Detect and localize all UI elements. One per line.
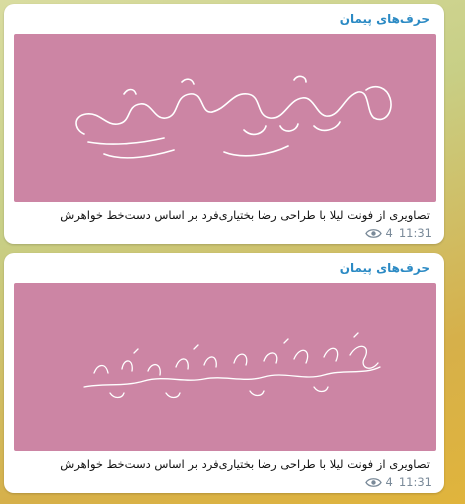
message-photo[interactable] xyxy=(14,34,436,202)
view-count: 4 xyxy=(385,226,393,240)
message-caption: تصاویری از فونت لیلا با طراحی رضا بختیار… xyxy=(60,208,430,222)
calligraphy-image xyxy=(83,332,381,399)
view-counter: 4 xyxy=(364,475,393,489)
message-meta: 4 11:31 xyxy=(364,475,432,489)
channel-author-name[interactable]: حرف‌های پیمان xyxy=(340,261,430,275)
message-caption: تصاویری از فونت لیلا با طراحی رضا بختیار… xyxy=(60,457,430,471)
channel-author-name[interactable]: حرف‌های پیمان xyxy=(340,12,430,26)
message-time: 11:31 xyxy=(398,226,432,240)
message-meta: 4 11:31 xyxy=(364,226,432,240)
message-time: 11:31 xyxy=(398,475,432,489)
message-photo[interactable] xyxy=(14,283,436,451)
eye-icon xyxy=(364,477,382,488)
calligraphy-image xyxy=(75,75,392,159)
view-count: 4 xyxy=(385,475,393,489)
message-bubble-2[interactable]: حرف‌های پیمان تصاویری از فونت لیلا با طر… xyxy=(4,253,444,493)
view-counter: 4 xyxy=(364,226,393,240)
message-bubble-1[interactable]: حرف‌های پیمان تصاویری از فونت لیلا با طر… xyxy=(4,4,444,244)
eye-icon xyxy=(364,228,382,239)
